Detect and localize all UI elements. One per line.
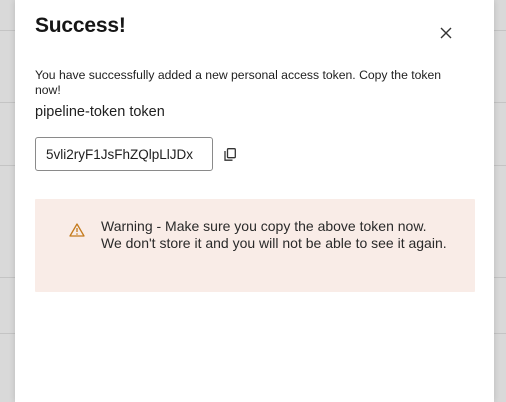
background-divider: [494, 165, 506, 166]
background-divider: [0, 102, 15, 103]
warning-banner: Warning - Make sure you copy the above t…: [35, 199, 475, 292]
background-divider: [494, 102, 506, 103]
background-divider: [0, 30, 15, 31]
background-divider: [494, 30, 506, 31]
success-modal: Success! You have successfully added a n…: [15, 0, 494, 402]
token-value-field[interactable]: [35, 137, 213, 171]
background-divider: [0, 333, 15, 334]
copy-icon: [224, 147, 236, 161]
token-name-label: pipeline-token token: [35, 104, 165, 120]
close-button[interactable]: [435, 22, 457, 44]
warning-text: Warning - Make sure you copy the above t…: [101, 218, 447, 251]
copy-token-button[interactable]: [222, 145, 238, 163]
close-icon: [440, 27, 452, 39]
background-divider: [0, 277, 15, 278]
background-divider: [0, 165, 15, 166]
warning-triangle-icon: [69, 223, 85, 237]
background-divider: [494, 333, 506, 334]
success-description: You have successfully added a new person…: [35, 68, 442, 97]
modal-title: Success!: [35, 14, 126, 37]
background-divider: [494, 277, 506, 278]
